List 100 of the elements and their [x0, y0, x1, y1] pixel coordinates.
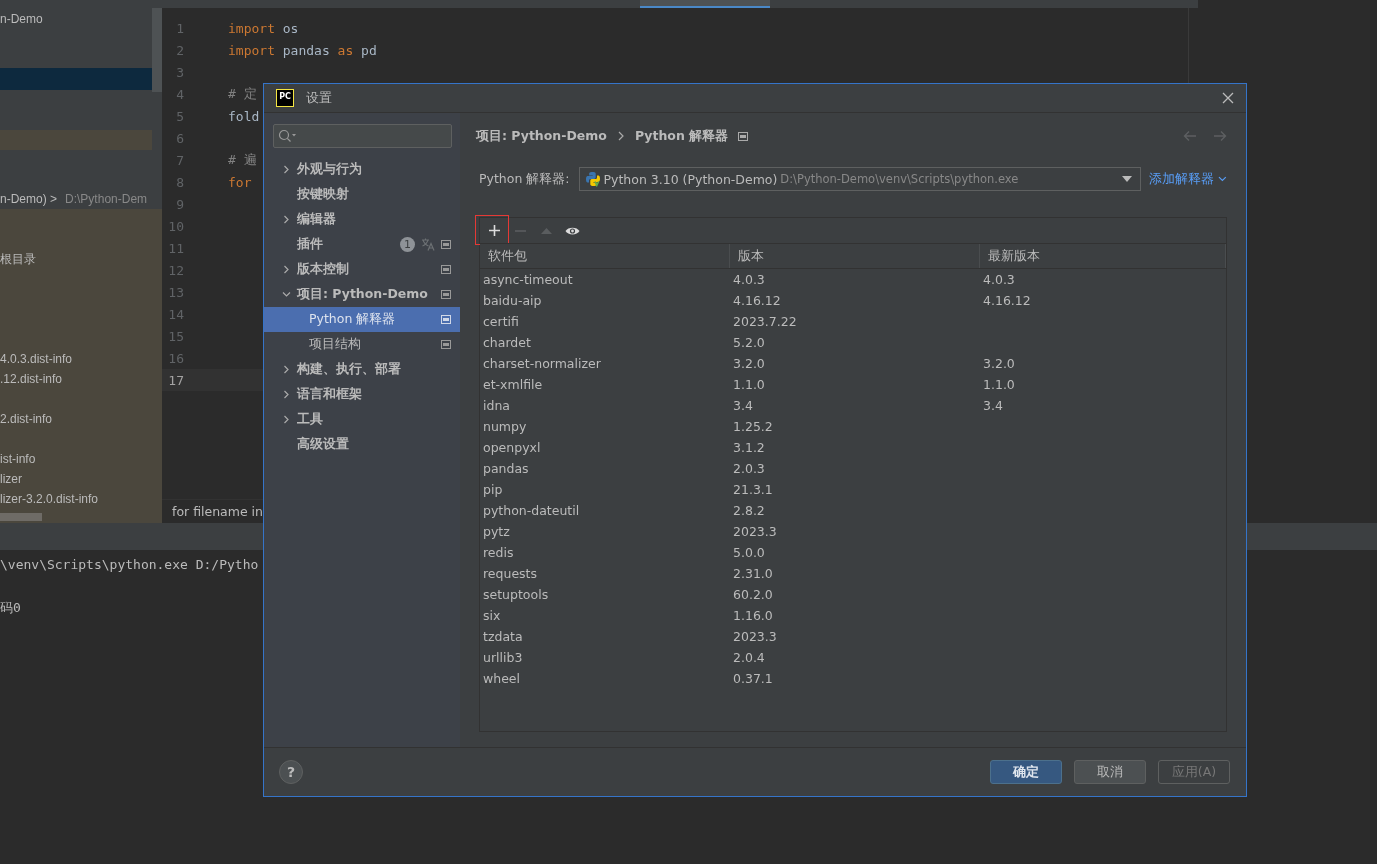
line-number: 2 [175, 42, 184, 58]
tree-item[interactable]: 2.dist-info [0, 409, 53, 429]
line-number: 15 [167, 328, 184, 344]
line-number: 8 [175, 174, 184, 190]
close-icon[interactable] [1222, 92, 1234, 104]
table-cell: 2.0.4 [733, 650, 765, 665]
chevron-down-icon[interactable] [282, 290, 291, 299]
help-button[interactable]: ? [279, 760, 303, 784]
plus-icon [488, 224, 500, 236]
add-interpreter-link[interactable]: 添加解释器 [1149, 170, 1215, 188]
scrollbar[interactable] [152, 8, 162, 92]
chevron-right-icon[interactable] [282, 265, 291, 274]
settings-nav-item[interactable]: 插件 1 [264, 232, 460, 257]
settings-nav-item[interactable]: 高级设置 [264, 432, 460, 457]
line-number: 5 [175, 108, 184, 124]
line-number: 14 [167, 306, 184, 322]
chevron-right-icon[interactable] [282, 390, 291, 399]
tree-item[interactable]: 根目录 [0, 249, 36, 269]
chevron-right-icon [616, 131, 625, 141]
line-number: 3 [175, 64, 184, 80]
column-header[interactable]: 软件包 [480, 244, 730, 268]
scrollbar[interactable] [0, 513, 42, 521]
table-cell: 2023.7.22 [733, 314, 797, 329]
table-cell: 3.2.0 [733, 356, 765, 371]
code-line: import pandas as pd [228, 42, 377, 58]
tree-item[interactable]: lizer [0, 469, 22, 489]
column-header[interactable]: 版本 [730, 244, 980, 268]
breadcrumb-text[interactable]: for filename in [172, 504, 263, 519]
table-cell: 5.2.0 [733, 335, 765, 350]
line-number: 9 [175, 196, 184, 212]
project-scope-icon [441, 240, 451, 249]
settings-nav-item[interactable]: 版本控制 [264, 257, 460, 282]
table-cell: 2.31.0 [733, 566, 773, 581]
tree-item[interactable]: n-Demo [0, 9, 43, 29]
settings-nav-item[interactable]: 按键映射 [264, 182, 460, 207]
triangle-up-icon [540, 227, 552, 234]
project-scope-icon [441, 340, 451, 349]
table-cell: chardet [483, 335, 531, 350]
settings-nav-item[interactable]: 工具 [264, 407, 460, 432]
table-cell: wheel [483, 671, 520, 686]
settings-nav-item[interactable]: 项目: Python-Demo [264, 282, 460, 307]
table-cell: 4.16.12 [983, 293, 1031, 308]
terminal-line: \venv\Scripts\python.exe D:/Pytho [0, 556, 259, 574]
code-line: # 定 [228, 85, 257, 103]
search-field[interactable] [273, 124, 452, 148]
line-number: 11 [167, 240, 184, 256]
dialog-button[interactable]: 确定 [990, 760, 1062, 784]
table-cell: 4.16.12 [733, 293, 781, 308]
chevron-right-icon[interactable] [282, 215, 291, 224]
table-cell: et-xmlfile [483, 377, 543, 392]
settings-nav-item[interactable]: 外观与行为 [264, 157, 460, 182]
tree-item[interactable]: lizer-3.2.0.dist-info [0, 489, 99, 509]
tree-item[interactable]: ist-info [0, 449, 36, 469]
settings-nav-item[interactable]: 语言和框架 [264, 382, 460, 407]
table-cell: 2.8.2 [733, 503, 765, 518]
dialog-button[interactable]: 取消 [1074, 760, 1146, 784]
line-number: 12 [167, 262, 184, 278]
table-cell: 2023.3 [733, 524, 777, 539]
column-header[interactable]: 最新版本 [980, 244, 1226, 268]
search-icon [278, 129, 296, 143]
settings-nav-item[interactable]: 编辑器 [264, 207, 460, 232]
line-number: 7 [175, 152, 184, 168]
table-cell: 2023.3 [733, 629, 777, 644]
tree-item[interactable]: 4.0.3.dist-info [0, 349, 73, 369]
project-scope-icon [738, 131, 749, 141]
window-title: 设置 [306, 89, 333, 107]
line-number: 16 [167, 350, 184, 366]
line-number: 6 [175, 130, 184, 146]
table-cell: 3.4 [733, 398, 753, 413]
table-cell: 0.37.1 [733, 671, 773, 686]
code-line: for [228, 174, 252, 190]
table-cell: 5.0.0 [733, 545, 765, 560]
settings-nav-item[interactable]: 项目结构 [264, 332, 460, 357]
chevron-right-icon[interactable] [282, 165, 291, 174]
app-logo: PC [276, 89, 294, 107]
chevron-down-icon[interactable] [1218, 176, 1227, 182]
dropdown-arrow-icon [1122, 176, 1133, 182]
table-cell: redis [483, 545, 514, 560]
breadcrumb-item[interactable]: 项目: Python-Demo [476, 127, 607, 145]
table-cell: tzdata [483, 629, 523, 644]
settings-nav-item[interactable]: 构建、执行、部署 [264, 357, 460, 382]
table-cell: charset-normalizer [483, 356, 601, 371]
tree-item[interactable]: .12.dist-info [0, 369, 63, 389]
table-cell: 2.0.3 [733, 461, 765, 476]
translate-icon [421, 238, 435, 251]
settings-nav-item[interactable]: Python 解释器 [264, 307, 460, 332]
chevron-right-icon[interactable] [282, 415, 291, 424]
chevron-right-icon[interactable] [282, 365, 291, 374]
table-cell: 3.1.2 [733, 440, 765, 455]
project-scope-icon [441, 315, 451, 324]
table-cell: 4.0.3 [733, 272, 765, 287]
table-cell: async-timeout [483, 272, 573, 287]
table-cell: pytz [483, 524, 510, 539]
interpreter-dropdown[interactable]: Python 3.10 (Python-Demo) D:\Python-Demo\venv\Scripts\python.exe [578, 167, 1142, 191]
table-cell: 21.3.1 [733, 482, 773, 497]
table-cell: six [483, 608, 501, 623]
project-scope-icon [441, 265, 451, 274]
line-number: 10 [167, 218, 184, 234]
tree-item[interactable]: n-Demo) > [0, 189, 58, 209]
table-cell: requests [483, 566, 538, 581]
